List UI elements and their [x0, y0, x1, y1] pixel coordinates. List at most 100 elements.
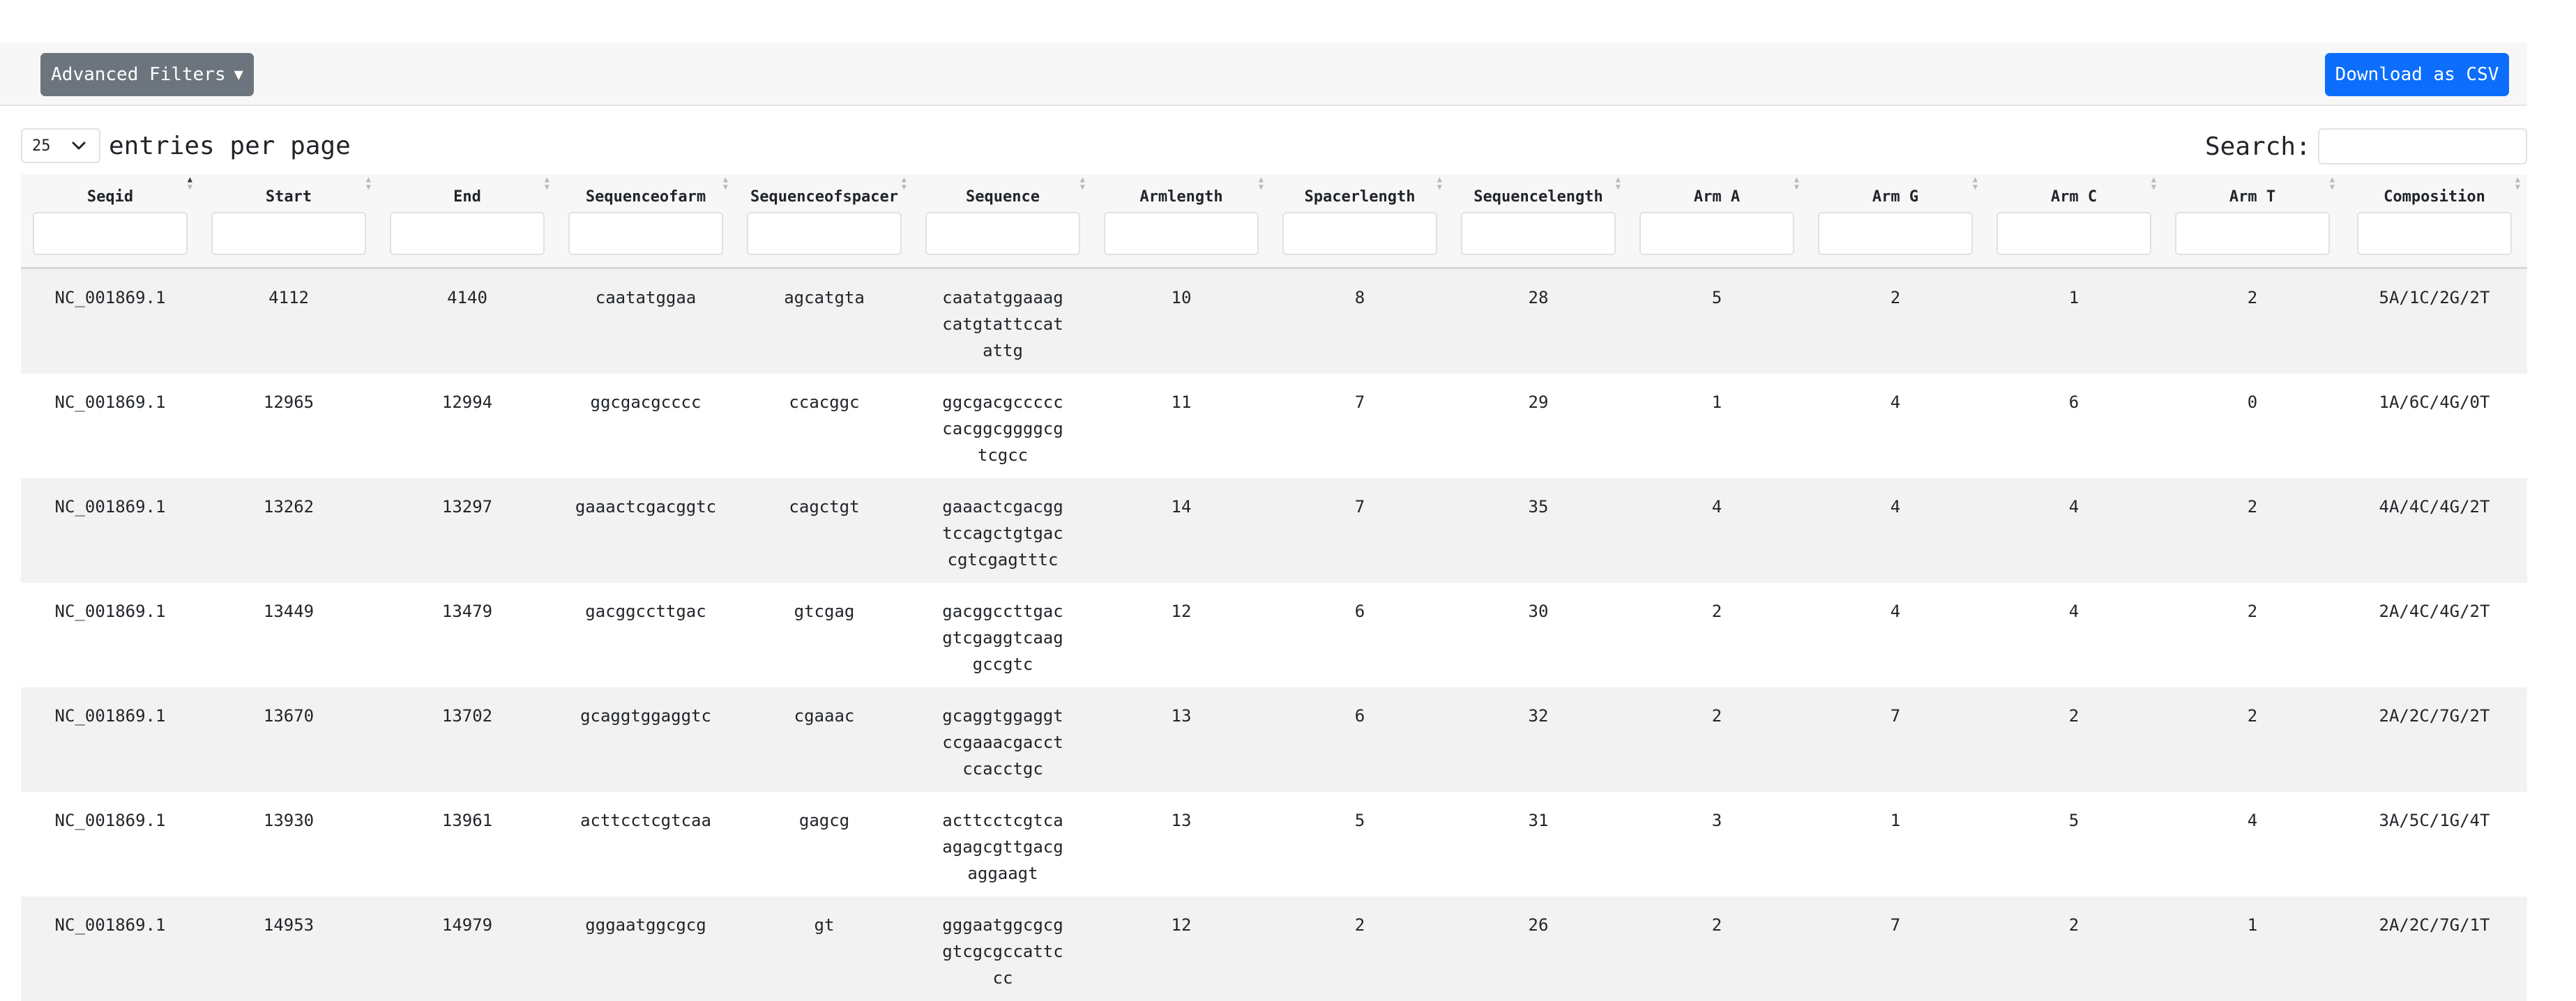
search-label: Search:: [2205, 132, 2311, 161]
sort-icon[interactable]: ▲ ▼: [2330, 175, 2335, 191]
column-filter-input[interactable]: [390, 212, 545, 255]
search-control: Search:: [2205, 128, 2527, 165]
table-cell: 4: [1806, 373, 1985, 478]
column-filter-input[interactable]: [1282, 212, 1437, 255]
table-cell: 2: [1985, 896, 2163, 1001]
advanced-filters-label: Advanced Filters: [51, 64, 226, 85]
table-cell: 2: [1271, 896, 1449, 1001]
table-cell: 2: [1985, 687, 2163, 792]
column-header[interactable]: Arm T ▲ ▼: [2163, 174, 2342, 269]
table-cell: 1: [1806, 791, 1985, 896]
download-csv-button[interactable]: Download as CSV: [2325, 53, 2509, 96]
column-header[interactable]: Arm A ▲ ▼: [1628, 174, 1806, 269]
search-input[interactable]: [2317, 128, 2527, 165]
table-cell: 3: [1628, 791, 1806, 896]
sort-icon[interactable]: ▲ ▼: [1437, 175, 1442, 191]
sort-icon[interactable]: ▲ ▼: [545, 175, 550, 191]
table-cell: 7: [1806, 896, 1985, 1001]
table-cell: ggcgacgcccc: [556, 373, 735, 478]
table-cell: 13: [1092, 687, 1271, 792]
table-cell: 12: [1092, 896, 1271, 1001]
column-header[interactable]: Seqid ▲ ▼: [21, 174, 199, 269]
table-row: NC_001869.1 13930 13961 acttcctcgtcaa gagcg a…: [21, 791, 2527, 896]
column-header[interactable]: Arm C ▲ ▼: [1985, 174, 2163, 269]
sort-icon[interactable]: ▲ ▼: [188, 175, 192, 191]
column-header-label: Arm A: [1693, 188, 1741, 206]
column-filter-input[interactable]: [747, 212, 902, 255]
table-cell: 7: [1271, 477, 1449, 583]
advanced-filters-button[interactable]: Advanced Filters ▼: [40, 53, 254, 96]
sort-icon[interactable]: ▲ ▼: [1794, 175, 1799, 191]
table-cell: 6: [1271, 687, 1449, 792]
column-header[interactable]: Sequenceofspacer ▲ ▼: [735, 174, 914, 269]
column-header[interactable]: Spacerlength ▲ ▼: [1271, 174, 1449, 269]
table-cell: 0: [2163, 373, 2342, 478]
sort-icon[interactable]: ▲ ▼: [2515, 175, 2520, 191]
table-cell: NC_001869.1: [21, 268, 199, 374]
table-cell: gaaactcgacggtccagctgtgaccgtcgagtttc: [914, 477, 1092, 583]
column-filter-input[interactable]: [1104, 212, 1259, 255]
column-header[interactable]: Sequence ▲ ▼: [914, 174, 1092, 269]
table-cell: 1A/6C/4G/0T: [2342, 373, 2527, 478]
table-cell: 2: [2163, 268, 2342, 374]
table-cell: 2: [1628, 687, 1806, 792]
sort-icon[interactable]: ▲ ▼: [1259, 175, 1264, 191]
table-row: NC_001869.1 13449 13479 gacggccttgac gtcgag g…: [21, 582, 2527, 687]
table-cell: 12994: [378, 373, 556, 478]
column-filter-input[interactable]: [2175, 212, 2330, 255]
column-filter-input[interactable]: [1818, 212, 1973, 255]
table-cell: 11: [1092, 373, 1271, 478]
column-header[interactable]: Sequenceofarm ▲ ▼: [556, 174, 735, 269]
column-header-label: Sequenceofspacer: [750, 188, 898, 206]
sort-icon[interactable]: ▲ ▼: [366, 175, 371, 191]
table-cell: 14979: [378, 896, 556, 1001]
column-header[interactable]: Armlength ▲ ▼: [1092, 174, 1271, 269]
table-cell: NC_001869.1: [21, 373, 199, 478]
column-header-label: Spacerlength: [1304, 188, 1416, 206]
column-filter-input[interactable]: [1461, 212, 1616, 255]
table-cell: 13449: [199, 582, 378, 687]
table-cell: gaaactcgacggtc: [556, 477, 735, 583]
column-filter-input[interactable]: [211, 212, 366, 255]
table-cell: 4140: [378, 268, 556, 374]
column-header[interactable]: End ▲ ▼: [378, 174, 556, 269]
sort-icon[interactable]: ▲ ▼: [723, 175, 728, 191]
table-body: NC_001869.1 4112 4140 caatatggaa agcatgta caa…: [21, 268, 2527, 1001]
table-cell: 8: [1271, 268, 1449, 374]
table-cell: 4: [1628, 477, 1806, 583]
table-cell: 5: [1628, 268, 1806, 374]
sort-icon[interactable]: ▲ ▼: [2151, 175, 2156, 191]
column-filter-input[interactable]: [568, 212, 723, 255]
column-filter-input[interactable]: [1639, 212, 1794, 255]
table-cell: 13479: [378, 582, 556, 687]
table-cell: 31: [1449, 791, 1628, 896]
sort-icon[interactable]: ▲ ▼: [902, 175, 907, 191]
column-filter-input[interactable]: [1997, 212, 2151, 255]
column-header-label: Arm T: [2229, 188, 2276, 206]
column-header-label: Armlength: [1139, 188, 1223, 206]
table-cell: 2: [2163, 477, 2342, 583]
table-cell: 14953: [199, 896, 378, 1001]
column-filter-input[interactable]: [33, 212, 188, 255]
column-header-label: Arm C: [2050, 188, 2098, 206]
table-cell: 1: [2163, 896, 2342, 1001]
sort-icon[interactable]: ▲ ▼: [1973, 175, 1978, 191]
table-cell: 5: [1271, 791, 1449, 896]
table-cell: 2A/4C/4G/2T: [2342, 582, 2527, 687]
column-header[interactable]: Start ▲ ▼: [199, 174, 378, 269]
column-header[interactable]: Composition ▲ ▼: [2342, 174, 2527, 269]
sort-icon[interactable]: ▲ ▼: [1080, 175, 1085, 191]
column-filter-input[interactable]: [2357, 212, 2512, 255]
table-cell: 13961: [378, 791, 556, 896]
table-cell: 13930: [199, 791, 378, 896]
sort-icon[interactable]: ▲ ▼: [1616, 175, 1621, 191]
column-filter-input[interactable]: [925, 212, 1080, 255]
entries-per-page-select[interactable]: 25: [21, 128, 100, 163]
results-table: Seqid ▲ ▼ Start ▲ ▼ End ▲ ▼ Sequenceofarm ▲ ▼ Sequen…: [21, 174, 2527, 1001]
table-cell: gacggccttgac: [556, 582, 735, 687]
table-cell: 5A/1C/2G/2T: [2342, 268, 2527, 374]
column-header[interactable]: Arm G ▲ ▼: [1806, 174, 1985, 269]
download-csv-label: Download as CSV: [2335, 64, 2499, 85]
column-header[interactable]: Sequencelength ▲ ▼: [1449, 174, 1628, 269]
table-cell: 13702: [378, 687, 556, 792]
